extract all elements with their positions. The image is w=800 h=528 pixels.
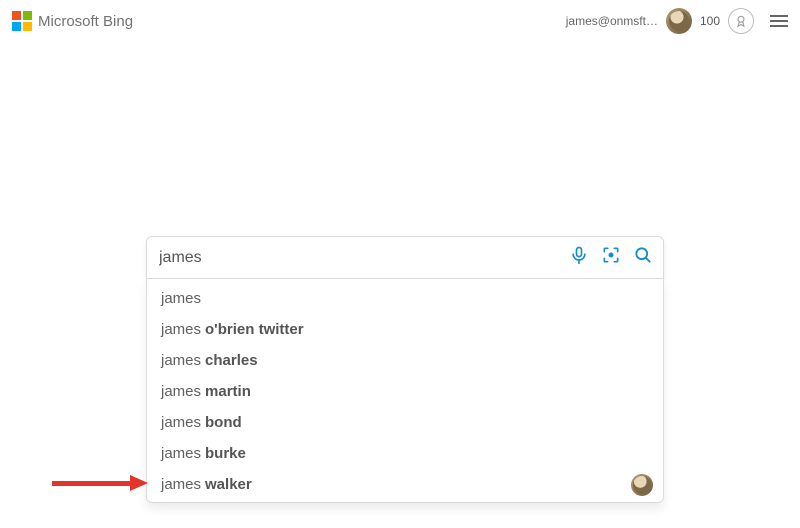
bing-logo[interactable]: Microsoft Bing xyxy=(12,11,133,31)
suggestion-suffix: charles xyxy=(205,352,258,369)
suggestion-suffix: o'brien twitter xyxy=(205,321,304,338)
voice-search-icon[interactable] xyxy=(569,245,589,270)
header: Microsoft Bing james@onmsft… 100 xyxy=(0,0,800,42)
suggestion-prefix: james xyxy=(161,383,201,400)
suggestion-prefix: james xyxy=(161,414,201,431)
user-email[interactable]: james@onmsft… xyxy=(566,14,658,28)
suggestion-prefix: james xyxy=(161,321,201,338)
suggestion-prefix: james xyxy=(161,352,201,369)
search-container: jamesjames o'brien twitterjames charlesj… xyxy=(146,236,664,503)
suggestion-suffix: bond xyxy=(205,414,242,431)
hamburger-menu-icon[interactable] xyxy=(770,15,788,27)
microsoft-icon xyxy=(12,11,32,31)
visual-search-icon[interactable] xyxy=(601,245,621,270)
annotation-arrow xyxy=(52,475,148,491)
search-box xyxy=(146,236,664,279)
suggestion-item[interactable]: james xyxy=(147,283,663,314)
search-input[interactable] xyxy=(159,249,569,267)
suggestion-suffix: burke xyxy=(205,445,246,462)
suggestion-suffix: walker xyxy=(205,476,252,493)
user-avatar[interactable] xyxy=(666,8,692,34)
suggestion-list: jamesjames o'brien twitterjames charlesj… xyxy=(146,279,664,503)
search-icon[interactable] xyxy=(633,245,653,270)
suggestion-item[interactable]: james martin xyxy=(147,376,663,407)
suggestion-item[interactable]: james burke xyxy=(147,438,663,469)
suggestion-item[interactable]: james bond xyxy=(147,407,663,438)
brand-text: Microsoft Bing xyxy=(38,13,133,30)
rewards-icon[interactable] xyxy=(728,8,754,34)
suggestion-suffix: martin xyxy=(205,383,251,400)
suggestion-avatar xyxy=(631,474,653,496)
suggestion-item[interactable]: james o'brien twitter xyxy=(147,314,663,345)
suggestion-prefix: james xyxy=(161,445,201,462)
rewards-points[interactable]: 100 xyxy=(700,14,720,28)
suggestion-item[interactable]: james walker xyxy=(147,469,663,500)
suggestion-prefix: james xyxy=(161,476,201,493)
suggestion-prefix: james xyxy=(161,290,201,307)
user-area: james@onmsft… 100 xyxy=(566,8,788,34)
suggestion-item[interactable]: james charles xyxy=(147,345,663,376)
